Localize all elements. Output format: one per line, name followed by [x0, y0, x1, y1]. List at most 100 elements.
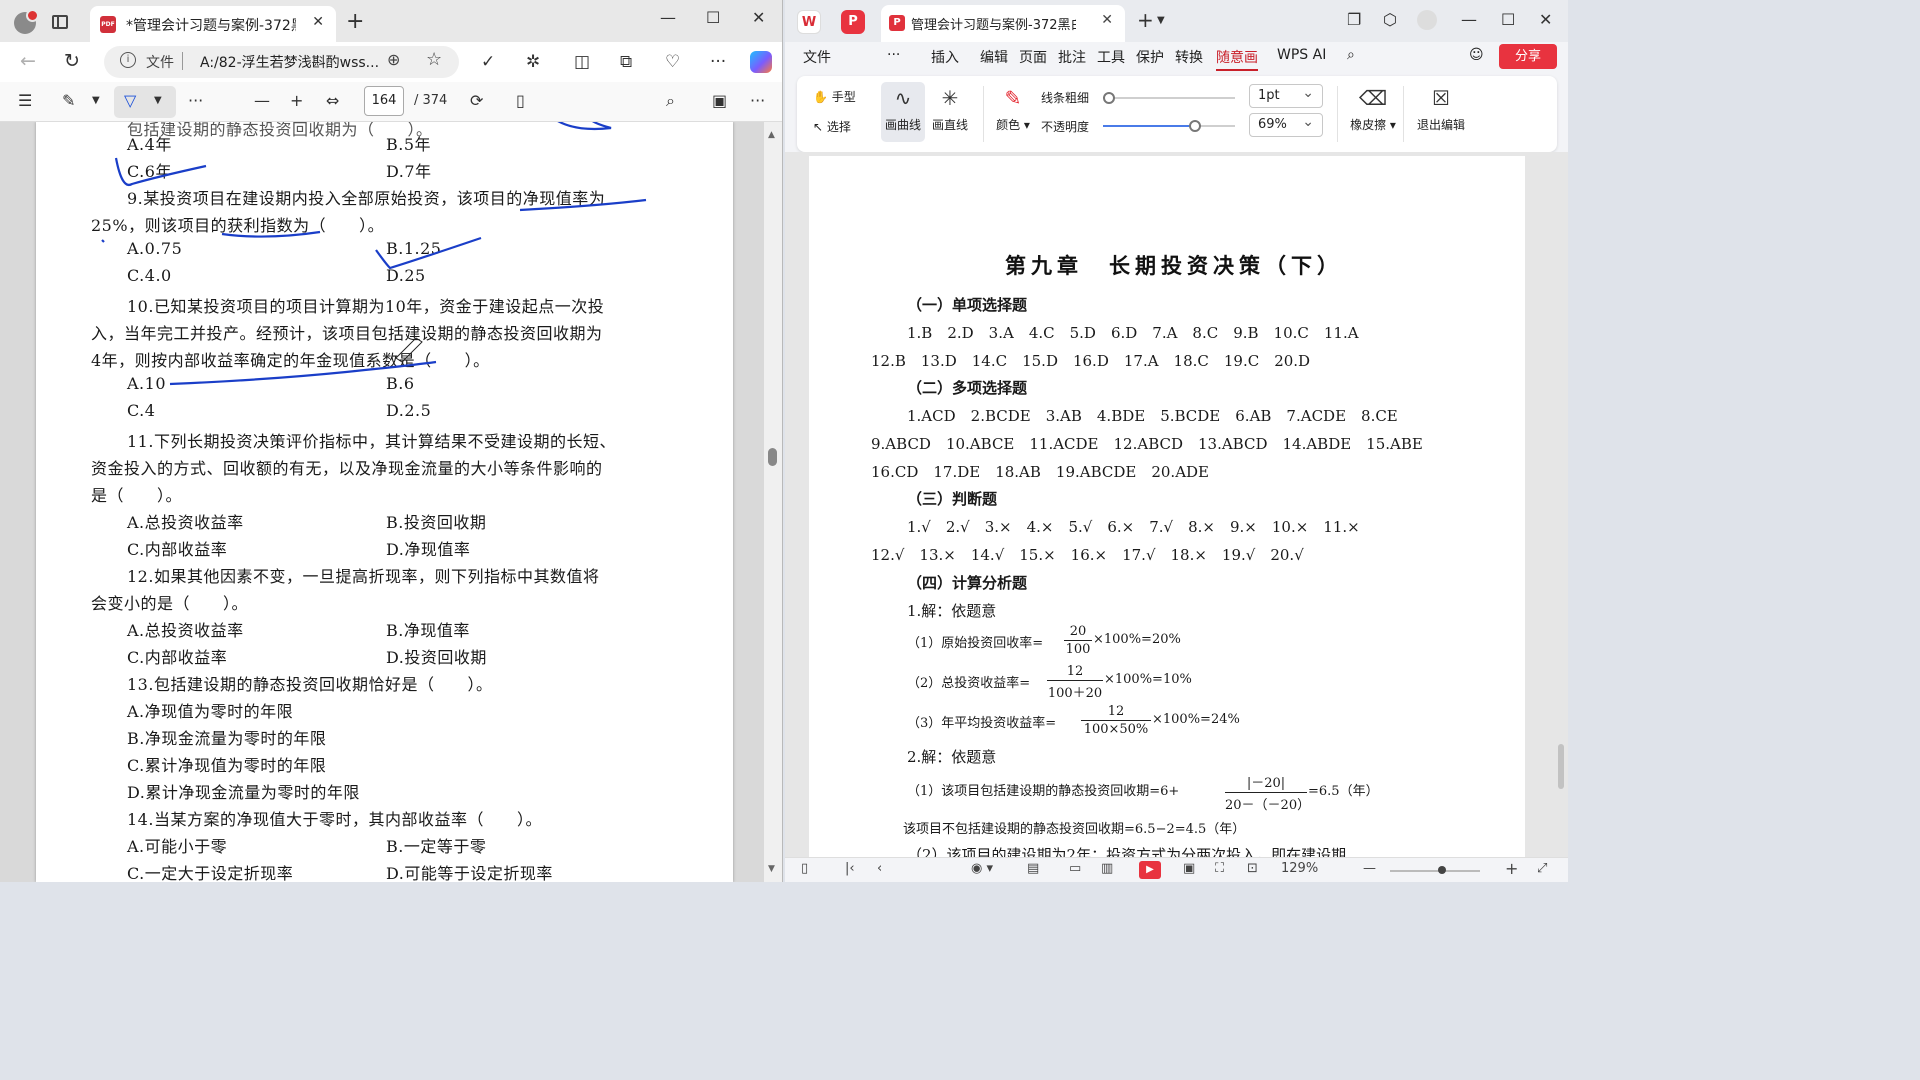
zoom-slider[interactable] [1390, 866, 1480, 874]
exit-edit-button[interactable]: ☒ 退出编辑 [1411, 86, 1471, 133]
fullscreen-icon[interactable]: ⤢ [1537, 861, 1547, 876]
close-tab-icon[interactable]: ✕ [1101, 12, 1113, 28]
contents-list-icon[interactable]: ☰ [18, 91, 32, 110]
eye-view-icon[interactable]: ◉ ▾ [971, 861, 993, 876]
chevron-down-icon[interactable]: ▼ [154, 95, 162, 106]
continuous-page-icon[interactable]: ▭ [1069, 861, 1081, 876]
cube-icon[interactable]: ⬡ [1383, 10, 1397, 29]
collections-icon[interactable]: ⧉ [620, 52, 632, 72]
eraser-button[interactable]: ⌫ 橡皮擦 ▾ [1347, 86, 1399, 133]
user-avatar[interactable] [1417, 10, 1437, 30]
close-window-button[interactable]: ✕ [752, 8, 765, 27]
minimize-button[interactable]: — [660, 8, 676, 27]
opacity-select[interactable]: 69% [1249, 111, 1323, 137]
new-tab-button[interactable]: + [346, 9, 364, 34]
profile-avatar[interactable] [14, 9, 39, 34]
scroll-up-icon[interactable]: ▲ [768, 130, 775, 140]
page-number-input[interactable]: 164 [364, 86, 404, 116]
menu-comment[interactable]: 批注 [1058, 47, 1086, 67]
scrollbar-thumb[interactable] [768, 448, 777, 466]
url-text[interactable]: A:/82-浮生若梦浅斟酌wss... [200, 52, 380, 72]
wps-document-viewport[interactable]: 第九章 长期投资决策（下） （一）单项选择题 1.B 2.D 3.A 4.C 5… [785, 152, 1568, 857]
split-screen-icon[interactable]: ◫ [574, 52, 590, 72]
hand-tool-button[interactable]: ✋ 手型 [813, 88, 856, 105]
info-icon[interactable]: i [120, 52, 136, 68]
two-page-icon[interactable]: ▥ [1101, 861, 1113, 876]
copilot-icon[interactable] [750, 51, 772, 73]
zoom-out-icon[interactable]: — [254, 91, 270, 110]
menu-tools[interactable]: 工具 [1097, 47, 1125, 67]
search-icon[interactable]: ⌕ [666, 91, 675, 111]
menu-protect[interactable]: 保护 [1136, 47, 1164, 67]
search-icon[interactable]: ⌕ [1347, 47, 1355, 63]
chat-icon[interactable]: ☺ [1469, 47, 1484, 63]
new-tab-icon[interactable]: + [1137, 8, 1154, 32]
maximize-button[interactable]: ☐ [706, 8, 720, 27]
more-options-icon[interactable]: ··· [750, 91, 765, 110]
zoom-in-icon[interactable]: + [1505, 859, 1518, 878]
first-page-icon[interactable]: |‹ [845, 861, 855, 876]
wps-vertical-scrollbar[interactable] [1555, 152, 1568, 857]
favorite-star-icon[interactable]: ☆ [426, 49, 442, 70]
wps-logo-icon[interactable]: W [797, 10, 821, 34]
menu-more[interactable]: ··· [887, 47, 900, 63]
fit-width-icon[interactable]: ⇔ [326, 91, 339, 110]
wps-pdf-app-icon[interactable]: P [841, 10, 865, 34]
pdf-viewport[interactable]: 包括建设期的静态投资回收期为（ ）。 C.6年 D.7年 A.4年 B.5年 9.某投资… [0, 122, 782, 882]
close-window-button[interactable]: ✕ [1539, 10, 1552, 29]
line-width-knob[interactable] [1103, 92, 1115, 104]
menu-convert[interactable]: 转换 [1175, 47, 1203, 67]
zoom-value[interactable]: 129% [1281, 861, 1318, 876]
menu-page[interactable]: 页面 [1019, 47, 1047, 67]
url-box[interactable]: i 文件 A:/82-浮生若梦浅斟酌wss... ⊕ ☆ [104, 46, 459, 78]
single-page-icon[interactable]: ▤ [1027, 861, 1039, 876]
minimize-button[interactable]: — [1461, 10, 1477, 29]
draw-curve-button[interactable]: ∿ 画曲线 [883, 86, 923, 133]
menu-insert[interactable]: 插入 [931, 47, 959, 67]
line-width-select[interactable]: 1pt [1249, 82, 1323, 108]
fit-screen-icon[interactable]: ⛶ [1215, 861, 1224, 876]
more-menu-icon[interactable]: ··· [710, 52, 726, 72]
zoom-knob[interactable] [1438, 866, 1446, 874]
draw-pen-icon[interactable]: ▽ [124, 91, 136, 110]
menu-free-draw[interactable]: 随意画 [1216, 47, 1258, 71]
opacity-knob[interactable] [1189, 120, 1201, 132]
chevron-down-icon[interactable]: ▼ [1157, 15, 1165, 26]
select-tool-button[interactable]: ↖ 选择 [813, 118, 851, 135]
save-icon[interactable]: ▣ [712, 91, 727, 110]
scrollbar-thumb[interactable] [1558, 744, 1564, 789]
performance-heart-icon[interactable]: ♡ [665, 52, 680, 72]
more-tools-icon[interactable]: ··· [188, 91, 203, 110]
opacity-slider[interactable] [1103, 120, 1235, 132]
back-icon[interactable]: ← [20, 50, 36, 72]
color-button[interactable]: ✎ 颜色 ▾ [993, 86, 1033, 133]
play-slideshow-icon[interactable]: ▶ [1139, 861, 1161, 879]
crop-icon[interactable]: ⊡ [1247, 861, 1258, 876]
rotate-icon[interactable]: ⟳ [470, 91, 483, 110]
draw-line-button[interactable]: ✳ 画直线 [929, 86, 971, 133]
menu-edit[interactable]: 编辑 [980, 47, 1008, 67]
zoom-icon[interactable]: ⊕ [387, 50, 400, 69]
fit-page-icon[interactable]: ▣ [1183, 861, 1195, 876]
menu-file[interactable]: 文件 [803, 47, 831, 67]
maximize-button[interactable]: ☐ [1501, 10, 1515, 29]
line-width-slider[interactable] [1103, 92, 1235, 104]
extension-check-icon[interactable]: ✓ [481, 52, 495, 72]
edge-tab-active[interactable]: PDF *管理会计习题与案例-372黑白.pdf ✕ [90, 6, 336, 42]
share-button[interactable]: 分享 [1499, 44, 1557, 69]
menu-wps-ai[interactable]: WPS AI [1277, 47, 1326, 63]
extensions-puzzle-icon[interactable]: ✲ [526, 52, 540, 72]
sidebar-toggle-icon[interactable]: ▯ [801, 861, 808, 876]
refresh-icon[interactable]: ↻ [64, 50, 80, 72]
window-layout-icon[interactable]: ❐ [1347, 10, 1361, 29]
highlight-icon[interactable]: ✎ [62, 91, 75, 110]
prev-page-icon[interactable]: ‹ [877, 861, 882, 876]
zoom-out-icon[interactable]: — [1363, 861, 1376, 876]
zoom-in-icon[interactable]: + [290, 91, 303, 110]
scroll-down-icon[interactable]: ▼ [768, 864, 775, 874]
tab-actions-icon[interactable] [52, 15, 68, 29]
chevron-down-icon[interactable]: ▼ [92, 95, 100, 106]
wps-tab-active[interactable]: P 管理会计习题与案例-372黑白 ✕ [881, 5, 1125, 42]
pdf-vertical-scrollbar[interactable]: ▲ ▼ [764, 122, 782, 882]
close-tab-icon[interactable]: ✕ [312, 14, 324, 30]
